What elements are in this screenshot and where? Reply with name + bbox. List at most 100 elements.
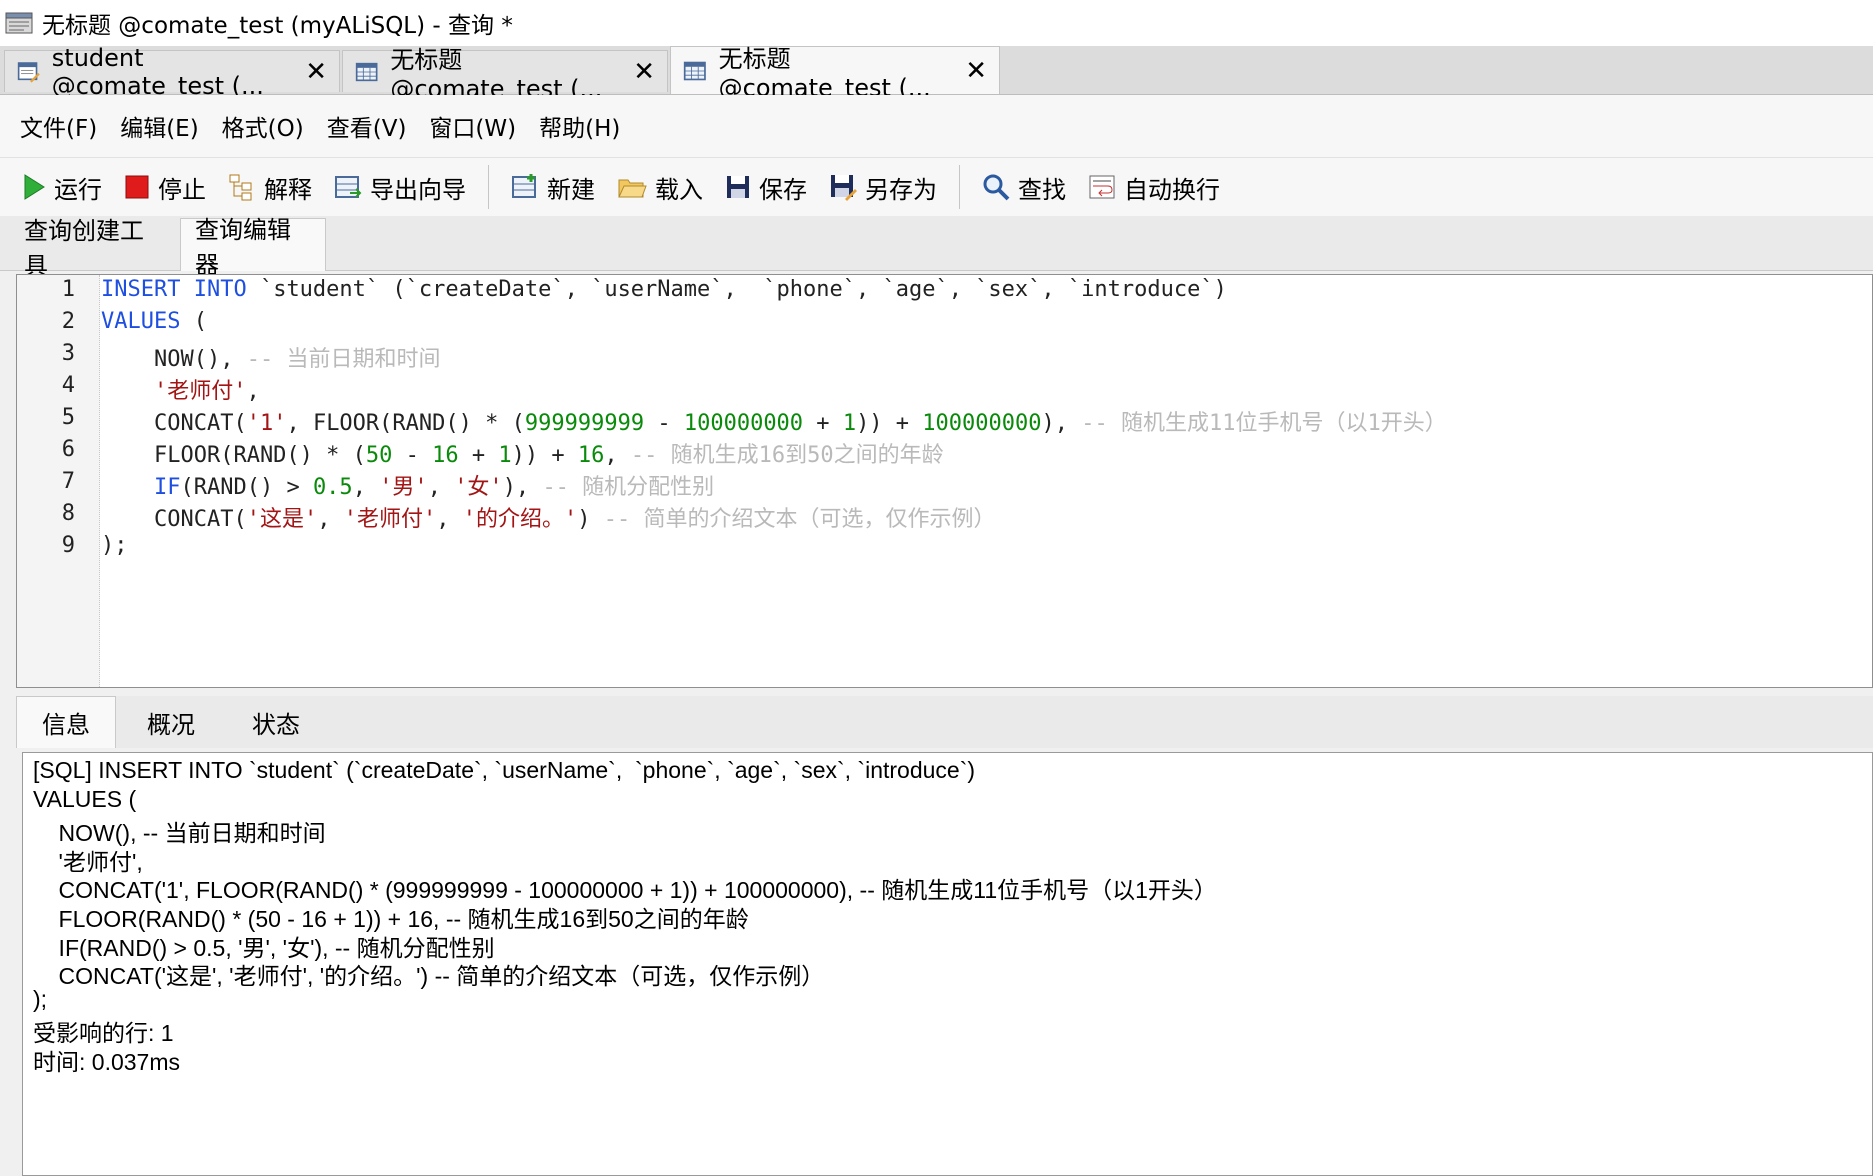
line-number: 2 xyxy=(61,309,75,334)
line-number-gutter: 1 2 3 4 5 6 7 8 9 xyxy=(17,275,100,687)
sql-editor[interactable]: 1 2 3 4 5 6 7 8 9 INSERT INTO `student` (`create… xyxy=(16,274,1873,688)
line-number: 5 xyxy=(61,405,75,430)
output-line: CONCAT('这是', '老师付', '的介绍。') -- 简单的介绍文本（可… xyxy=(33,963,825,990)
code-token: 50 xyxy=(365,443,393,468)
code-token: '老师付' xyxy=(153,379,247,404)
code-line: ); xyxy=(101,533,128,558)
code-token: 16 xyxy=(577,443,605,468)
output-line: 时间: 0.037ms xyxy=(33,1049,180,1075)
code-token: '的介绍。' xyxy=(462,507,578,532)
code-token: IF xyxy=(153,475,181,500)
word-wrap-button[interactable]: 自动换行 xyxy=(1088,170,1220,205)
code-token: 100000000 xyxy=(683,411,804,436)
doc-tab-label: 无标题 @comate_test (... xyxy=(718,45,931,102)
code-line: INSERT INTO `student` (`createDate`, `us… xyxy=(101,277,1227,302)
run-label: 运行 xyxy=(54,175,102,204)
save-label: 保存 xyxy=(759,175,807,204)
line-number: 9 xyxy=(61,533,75,558)
code-token: , xyxy=(246,379,260,404)
search-icon xyxy=(983,174,1010,201)
code-token: 16 xyxy=(432,443,459,468)
tab-query-editor[interactable]: 查询编辑器 xyxy=(180,216,326,279)
doc-tab-student[interactable]: student @comate_test (... ✕ xyxy=(4,44,340,100)
close-icon[interactable]: ✕ xyxy=(965,56,987,86)
close-icon[interactable]: ✕ xyxy=(305,57,327,87)
code-token: '1' xyxy=(246,411,287,436)
result-tabs: 信息 概况 状态 xyxy=(16,696,1873,748)
line-number: 1 xyxy=(61,277,75,302)
code-token: (RAND() > xyxy=(180,475,313,500)
run-button[interactable]: 运行 xyxy=(22,170,102,205)
load-button[interactable]: 载入 xyxy=(617,170,703,205)
output-line: [SQL] INSERT INTO `student` (`createDate… xyxy=(33,757,976,783)
tab-profile[interactable]: 概况 xyxy=(116,696,226,748)
code-token: , xyxy=(352,475,380,500)
app-icon xyxy=(5,12,33,34)
code-token: NOW(), xyxy=(101,347,247,372)
stop-button[interactable]: 停止 xyxy=(124,170,206,205)
code-token: FLOOR(RAND() * ( xyxy=(101,443,366,468)
doc-tab-label: student @comate_test (... xyxy=(51,43,264,100)
stop-icon xyxy=(125,175,149,199)
code-token: CONCAT( xyxy=(101,507,247,532)
new-button[interactable]: 新建 xyxy=(511,170,595,205)
tab-status[interactable]: 状态 xyxy=(226,696,326,748)
code-line: FLOOR(RAND() * (50 - 16 + 1)) + 16, -- 随… xyxy=(101,437,944,469)
explain-button[interactable]: 解释 xyxy=(228,170,312,205)
save-as-button[interactable]: 另存为 xyxy=(829,170,937,205)
find-label: 查找 xyxy=(1018,175,1066,204)
toolbar: 运行 停止 解释 导出向导 新建 载入 保存 另存为 查找 自动换行 xyxy=(0,157,1873,217)
code-line: '老师付', xyxy=(101,373,260,405)
menu-view[interactable]: 查看(V) xyxy=(327,109,407,143)
doc-tab-untitled-1[interactable]: 无标题 @comate_test (... ✕ xyxy=(342,46,668,103)
export-wizard-label: 导出向导 xyxy=(370,175,466,204)
code-token: + xyxy=(803,411,843,436)
tab-message[interactable]: 信息 xyxy=(16,696,116,748)
toolbar-separator xyxy=(488,165,489,209)
code-token: CONCAT( xyxy=(101,411,247,436)
code-token: '女' xyxy=(454,475,503,500)
save-as-icon xyxy=(831,175,857,201)
code-token: ) xyxy=(577,507,604,532)
tab-query-builder[interactable]: 查询创建工具 xyxy=(10,217,180,280)
code-token: - xyxy=(392,443,433,468)
code-token: , xyxy=(604,443,631,468)
menu-window[interactable]: 窗口(W) xyxy=(429,109,516,143)
document-tab-bar: student @comate_test (... ✕ 无标题 @comate_… xyxy=(0,44,1873,103)
doc-tab-label: 无标题 @comate_test (... xyxy=(390,46,603,103)
explain-label: 解释 xyxy=(264,175,312,204)
line-number: 8 xyxy=(61,501,75,526)
code-token: -- 简单的介绍文本（可选，仅作示例） xyxy=(603,507,996,532)
line-number: 7 xyxy=(61,469,75,494)
code-line: CONCAT('1', FLOOR(RAND() * (999999999 - … xyxy=(101,405,1447,437)
code-token: VALUES xyxy=(101,309,181,334)
export-wizard-button[interactable]: 导出向导 xyxy=(334,170,466,205)
doc-tab-untitled-2[interactable]: 无标题 @comate_test (... ✕ xyxy=(670,45,1000,102)
toolbar-separator xyxy=(959,165,960,209)
word-wrap-label: 自动换行 xyxy=(1124,175,1220,204)
menu-edit[interactable]: 编辑(E) xyxy=(120,109,198,143)
save-icon xyxy=(727,176,749,198)
close-icon[interactable]: ✕ xyxy=(633,57,655,87)
stop-label: 停止 xyxy=(158,175,206,204)
editor-mode-tabs: 查询创建工具 查询编辑器 xyxy=(0,216,1873,280)
save-button[interactable]: 保存 xyxy=(725,170,807,205)
code-token: , xyxy=(436,507,463,532)
folder-open-icon xyxy=(618,179,647,198)
code-token: 0.5 xyxy=(312,475,353,500)
export-icon xyxy=(335,176,362,198)
menu-help[interactable]: 帮助(H) xyxy=(539,109,620,143)
code-line: NOW(), -- 当前日期和时间 xyxy=(101,341,440,373)
code-token: 999999999 xyxy=(524,411,645,436)
code-token: `student` (`createDate`, `userName`, `ph… xyxy=(246,277,1227,302)
find-button[interactable]: 查找 xyxy=(982,170,1066,205)
code-token: 1 xyxy=(498,443,512,468)
menu-format[interactable]: 格式(O) xyxy=(222,109,304,143)
query-doc-icon xyxy=(17,61,40,83)
code-token: -- 当前日期和时间 xyxy=(246,347,441,372)
menu-file[interactable]: 文件(F) xyxy=(20,109,97,143)
message-output[interactable]: [SQL] INSERT INTO `student` (`createDate… xyxy=(22,752,1873,1176)
play-icon xyxy=(24,174,45,200)
